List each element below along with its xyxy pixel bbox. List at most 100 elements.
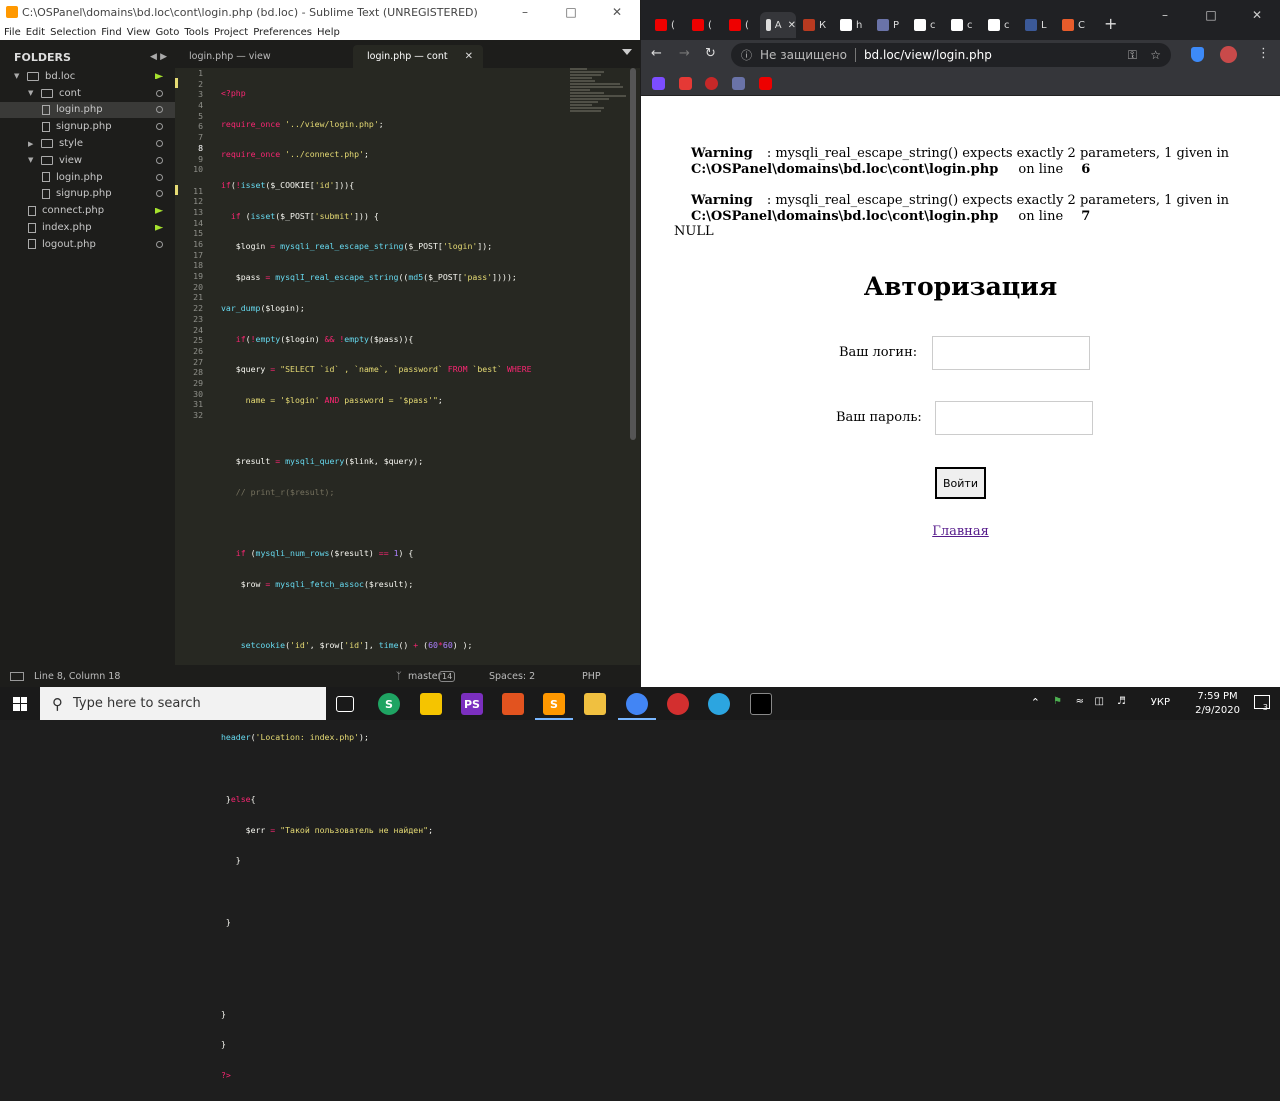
browser-tab[interactable]: с (982, 12, 1018, 38)
clock[interactable]: 7:59 PM 2/9/2020 (1195, 690, 1240, 718)
bookmark-php-icon[interactable] (732, 77, 745, 90)
minimap[interactable] (570, 68, 626, 128)
browser-tab[interactable]: ( (686, 12, 722, 38)
volume-icon[interactable]: ♬ (1117, 696, 1126, 707)
new-tab-plus-icon[interactable]: + (1104, 14, 1117, 33)
chevron-up-icon[interactable]: ⌃ (1031, 696, 1040, 709)
forward-arrow-icon[interactable]: → (679, 46, 690, 61)
menu-item-find[interactable]: Find (101, 27, 122, 38)
star-icon[interactable]: ☆ (1150, 48, 1161, 62)
browser-tab[interactable]: ( (723, 12, 759, 38)
menu-item-tools[interactable]: Tools (184, 27, 209, 38)
key-icon[interactable]: ⚿ (1128, 48, 1137, 63)
browser-tab[interactable]: с (908, 12, 944, 38)
chevron-down-icon[interactable]: ▼ (28, 156, 36, 164)
git-branch[interactable]: master (408, 671, 442, 682)
menu-kebab-icon[interactable]: ⋮ (1257, 46, 1270, 61)
minimize-icon[interactable]: – (1142, 0, 1188, 30)
chevron-down-icon[interactable]: ▼ (14, 72, 22, 80)
browser-tab[interactable]: С (1056, 12, 1092, 38)
browser-tab[interactable]: К (797, 12, 833, 38)
tab-login-view[interactable]: login.php — view (175, 45, 350, 68)
reload-icon[interactable]: ↻ (705, 46, 716, 61)
media-player-icon[interactable] (667, 693, 689, 715)
start-button[interactable] (0, 687, 40, 720)
tab-close-icon[interactable]: ✕ (788, 20, 796, 31)
file-explorer-icon[interactable] (584, 693, 606, 715)
sticky-notes-icon[interactable] (420, 693, 442, 715)
browser-tab[interactable]: L (1019, 12, 1055, 38)
skype-icon[interactable]: S (378, 693, 400, 715)
close-icon[interactable]: ✕ (594, 0, 640, 24)
tree-item[interactable]: logout.php (0, 236, 175, 253)
home-link[interactable]: Главная (641, 524, 1280, 539)
tree-item[interactable]: connect.php (0, 202, 175, 219)
tab-close-icon[interactable]: ✕ (465, 51, 473, 62)
shield-extension-icon[interactable] (1191, 47, 1204, 62)
task-view-icon[interactable] (336, 696, 354, 712)
tab-login-cont[interactable]: login.php — cont ✕ (353, 45, 483, 68)
telegram-icon[interactable] (708, 693, 730, 715)
home-link-label[interactable]: Главная (932, 524, 989, 539)
taskbar-search[interactable]: ⚲ Type here to search (40, 687, 326, 720)
url-text[interactable]: bd.loc/view/login.php (864, 48, 992, 62)
browser-tab[interactable]: ( (649, 12, 685, 38)
indentation-setting[interactable]: Spaces: 2 (489, 671, 535, 682)
menu-item-help[interactable]: Help (317, 27, 340, 38)
chevron-right-icon[interactable]: ▶ (28, 140, 36, 148)
bookmark-icon[interactable] (652, 77, 665, 90)
maximize-icon[interactable]: □ (1188, 0, 1234, 30)
bookmark-icon[interactable] (679, 77, 692, 90)
phpstorm-icon[interactable]: PS (461, 693, 483, 715)
bookmark-icon[interactable] (705, 77, 718, 90)
menu-item-view[interactable]: View (127, 27, 151, 38)
address-bar[interactable]: ⓘ Не защищено bd.loc/view/login.php ⚿ ☆ (731, 43, 1171, 67)
avatar[interactable] (1220, 46, 1237, 63)
browser-tab[interactable]: с (945, 12, 981, 38)
filezilla-icon[interactable] (502, 693, 524, 715)
login-input[interactable] (932, 336, 1090, 370)
battery-icon[interactable]: ◫ (1095, 696, 1104, 707)
bookmark-youtube-icon[interactable] (759, 77, 772, 90)
tab-menu-chevron-down-icon[interactable] (622, 49, 632, 55)
chevron-down-icon[interactable]: ▼ (28, 89, 36, 97)
input-language[interactable]: УКР (1151, 697, 1170, 708)
menu-item-selection[interactable]: Selection (50, 27, 96, 38)
tree-item[interactable]: login.php (0, 169, 175, 186)
sublime-text-icon[interactable]: S (543, 693, 565, 715)
info-icon[interactable]: ⓘ (741, 47, 752, 63)
browser-tab[interactable]: h (834, 12, 870, 38)
wifi-icon[interactable]: ≈ (1076, 696, 1084, 707)
tree-item[interactable]: signup.php (0, 118, 175, 135)
back-arrow-icon[interactable]: ← (651, 46, 662, 61)
tree-item[interactable]: signup.php (0, 186, 175, 203)
tree-item[interactable]: ▼ view (0, 152, 175, 169)
security-status[interactable]: Не защищено (760, 48, 847, 62)
menu-item-preferences[interactable]: Preferences (253, 27, 312, 38)
tree-item[interactable]: ▼ cont (0, 85, 175, 102)
editor[interactable]: login.php — view login.php — cont ✕ 1234… (175, 40, 640, 1080)
menu-item-goto[interactable]: Goto (155, 27, 179, 38)
tree-item[interactable]: login.php (0, 101, 175, 119)
browser-tab[interactable]: А ✕ (760, 12, 796, 38)
browser-tab[interactable]: P (871, 12, 907, 38)
menu-item-project[interactable]: Project (214, 27, 248, 38)
terminal-icon[interactable] (750, 693, 772, 715)
login-submit-button[interactable]: Войти (935, 467, 986, 499)
chrome-icon[interactable] (626, 693, 648, 715)
password-input[interactable] (935, 401, 1093, 435)
maximize-icon[interactable]: □ (548, 0, 594, 24)
code-area[interactable]: <?php require_once '../view/login.php'; … (221, 68, 620, 1101)
panel-toggle-icon[interactable] (10, 671, 24, 681)
flag-icon[interactable]: ⚑ (1053, 696, 1062, 707)
minimize-icon[interactable]: – (502, 0, 548, 24)
tree-item[interactable]: ▼ bd.loc (0, 68, 175, 85)
tree-item[interactable]: index.php (0, 219, 175, 236)
sidebar-nav-arrows-icon[interactable]: ◀ ▶ (150, 52, 167, 62)
tree-item[interactable]: ▶ style (0, 135, 175, 152)
close-icon[interactable]: ✕ (1234, 0, 1280, 30)
editor-scrollbar[interactable] (630, 68, 636, 440)
menu-item-edit[interactable]: Edit (26, 27, 45, 38)
menu-item-file[interactable]: File (4, 27, 21, 38)
syntax-selector[interactable]: PHP (582, 671, 601, 682)
